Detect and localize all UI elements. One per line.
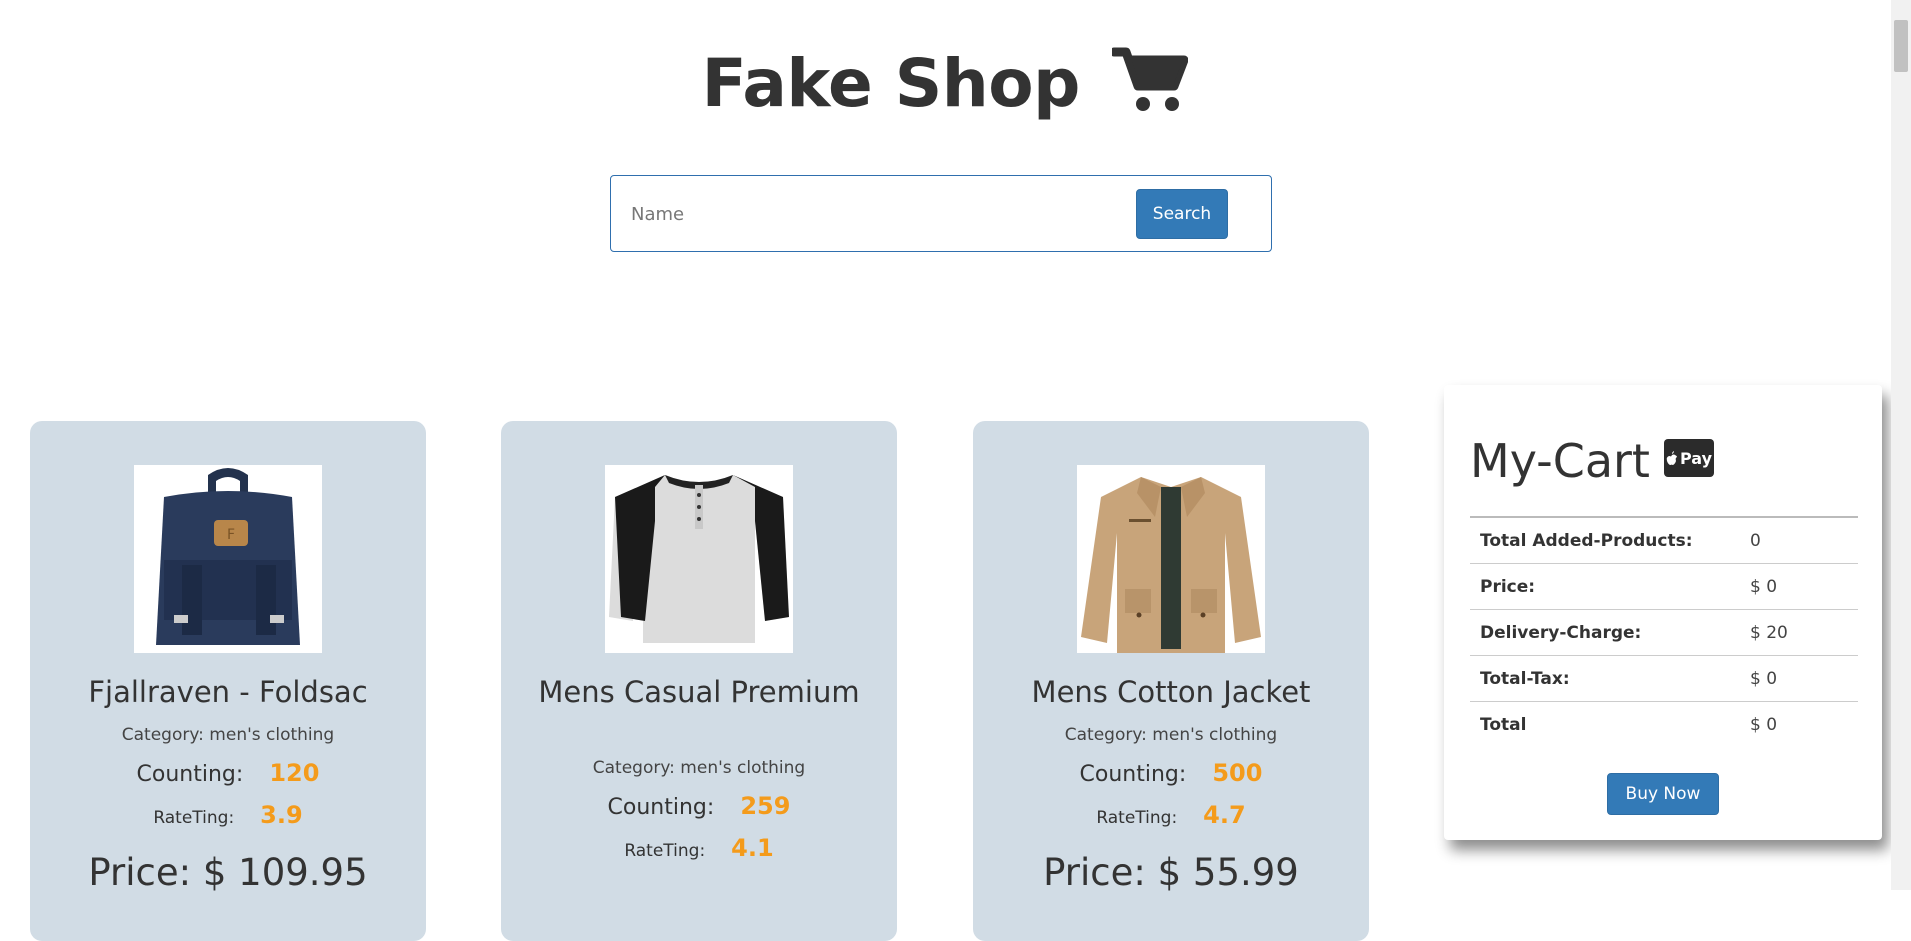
table-row: Total Added-Products: 0: [1470, 516, 1858, 564]
rating-value: 4.7: [1203, 801, 1246, 829]
cart-icon: [1109, 47, 1189, 111]
product-price: Price: $ 55.99: [1043, 851, 1299, 894]
counting-value: 120: [269, 759, 320, 787]
table-row: Price: $ 0: [1470, 563, 1858, 610]
cart-row-label: Delivery-Charge:: [1470, 609, 1740, 656]
rating-value: 3.9: [260, 801, 303, 829]
product-name: Fjallraven - Foldsac: [88, 675, 368, 709]
svg-text:F: F: [227, 527, 235, 543]
search-button[interactable]: Search: [1136, 189, 1228, 239]
product-counting: Counting: 120: [30, 759, 426, 787]
product-category: Category: men's clothing: [121, 725, 335, 745]
cart-row-label: Price:: [1470, 563, 1740, 610]
buy-now-button[interactable]: Buy Now: [1607, 773, 1719, 815]
product-card: F Fjallraven - Foldsac Category: men's c…: [30, 421, 426, 941]
cart-row-value: $ 20: [1740, 609, 1858, 656]
vertical-scrollbar[interactable]: [1891, 0, 1911, 890]
product-card: Mens Casual Premium Category: men's clot…: [501, 421, 897, 941]
cotton-jacket-image: [1077, 465, 1265, 653]
cart-row-label: Total Added-Products:: [1470, 516, 1740, 564]
cart-row-value: 0: [1740, 516, 1858, 564]
cart-summary-table: Total Added-Products: 0 Price: $ 0 Deliv…: [1470, 516, 1858, 747]
scrollbar-thumb[interactable]: [1894, 20, 1908, 72]
counting-label: Counting:: [607, 795, 715, 820]
cart-row-value: $ 0: [1740, 701, 1858, 747]
product-category: Category: men's clothing: [1064, 725, 1278, 745]
rating-label: RateTing:: [153, 808, 235, 828]
apple-pay-icon: Pay: [1664, 439, 1714, 477]
table-row: Total-Tax: $ 0: [1470, 655, 1858, 702]
search-form: Search: [610, 175, 1272, 252]
counting-value: 259: [740, 792, 791, 820]
rating-label: RateTing:: [1096, 808, 1178, 828]
counting-label: Counting:: [136, 762, 244, 787]
rating-value: 4.1: [731, 834, 774, 862]
page-title: Fake Shop: [0, 42, 1890, 126]
raglan-tshirt-image: [605, 465, 793, 653]
cart-row-value: $ 0: [1740, 563, 1858, 610]
cart-row-label: Total: [1470, 701, 1740, 747]
cart-title: My-Cart: [1470, 434, 1650, 488]
product-counting: Counting: 500: [973, 759, 1369, 787]
rating-label: RateTing:: [624, 841, 706, 861]
table-row: Total $ 0: [1470, 701, 1858, 747]
product-counting: Counting: 259: [501, 792, 897, 820]
table-row: Delivery-Charge: $ 20: [1470, 609, 1858, 656]
backpack-image: F: [134, 465, 322, 653]
product-rating: RateTing: 4.7: [973, 801, 1369, 829]
product-category: Category: men's clothing: [592, 758, 806, 778]
cart-row-value: $ 0: [1740, 655, 1858, 702]
product-rating: RateTing: 4.1: [501, 834, 897, 862]
counting-label: Counting:: [1079, 762, 1187, 787]
product-price: Price: $ 109.95: [88, 851, 368, 894]
page-title-text: Fake Shop: [701, 45, 1081, 122]
counting-value: 500: [1212, 759, 1263, 787]
cart-panel: My-Cart Pay Total Added-Products: 0 Pric…: [1444, 385, 1882, 840]
cart-row-label: Total-Tax:: [1470, 655, 1740, 702]
product-name: Mens Casual Premium: [538, 675, 860, 709]
product-rating: RateTing: 3.9: [30, 801, 426, 829]
search-input[interactable]: [629, 196, 1103, 232]
pay-badge-label: Pay: [1679, 448, 1713, 468]
product-card: Mens Cotton Jacket Category: men's cloth…: [973, 421, 1369, 941]
product-name: Mens Cotton Jacket: [1031, 675, 1311, 709]
